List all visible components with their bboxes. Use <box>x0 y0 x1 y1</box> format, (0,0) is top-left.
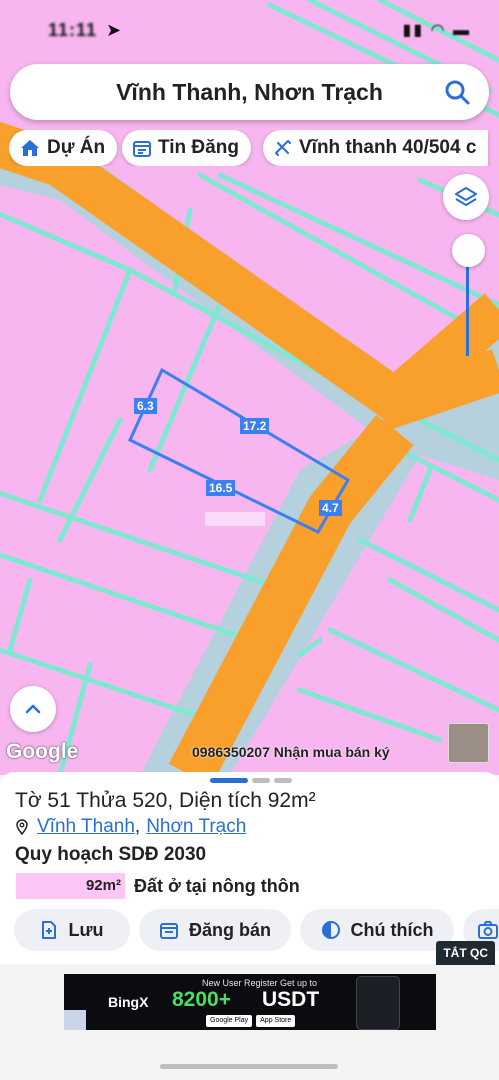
plan-heading: Quy hoạch SDĐ 2030 <box>15 844 207 865</box>
opacity-slider-track[interactable] <box>466 252 469 356</box>
dimension-label: 16.5 <box>206 480 236 496</box>
camera-icon <box>478 921 498 939</box>
map-ad-text[interactable]: 0986350207 Nhận mua bán ký <box>192 744 390 760</box>
opacity-slider-thumb[interactable] <box>452 234 485 267</box>
calendar-icon <box>159 923 178 939</box>
dimension-label: 17.2 <box>240 418 270 434</box>
signal-wifi-icons: ▮▮ ◠ ▬ <box>402 22 471 39</box>
location-arrow-icon: ➤ <box>106 20 122 40</box>
plan-land-use: Đất ở tại nông thôn <box>134 876 300 896</box>
ad-currency: USDT <box>262 988 320 1011</box>
plan-area-swatch: 92m² <box>16 873 125 899</box>
status-bar: 11:11 ➤ ▮▮ ◠ ▬ <box>0 14 499 48</box>
ad-info-icon[interactable] <box>64 1010 86 1030</box>
post-sale-button[interactable]: Đăng bán <box>139 909 291 951</box>
google-play-badge: Google Play <box>206 1015 253 1027</box>
parcel-info-sheet: Tờ 51 Thửa 520, Diện tích 92m² Vĩnh Than… <box>0 772 499 965</box>
ad-headline: New User Register Get up to <box>202 978 318 988</box>
search-icon[interactable] <box>443 78 471 106</box>
google-logo: Google <box>6 740 79 763</box>
dimension-label: 6.3 <box>134 398 157 414</box>
ad-amount: 8200+ <box>172 988 231 1011</box>
save-icon <box>42 921 57 939</box>
chip-du-an[interactable]: Dự Án <box>9 130 118 166</box>
expand-button[interactable] <box>10 686 56 732</box>
commune-link[interactable]: Vĩnh Thanh <box>37 816 135 838</box>
ruler-icon <box>275 140 291 156</box>
contrast-icon <box>321 921 340 939</box>
sheet-pager[interactable] <box>210 778 292 783</box>
chip-tin-dang[interactable]: Tin Đăng <box>122 130 251 166</box>
filter-chips: Dự Án Tin Đăng Vĩnh thanh 40/504 c <box>9 130 499 166</box>
legend-label: Chú thích <box>350 919 434 940</box>
layers-button[interactable] <box>443 174 489 220</box>
app-store-badge: App Store <box>256 1015 296 1027</box>
dimension-label: 4.7 <box>319 500 342 516</box>
status-time: 11:11 <box>48 20 98 40</box>
calendar-icon <box>133 141 151 157</box>
parcel-title: Tờ 51 Thửa 520, Diện tích 92m² <box>15 789 316 812</box>
ad-phone-image <box>356 976 400 1030</box>
ad-brand: BingX <box>108 994 149 1010</box>
search-query[interactable]: Vĩnh Thanh, Nhơn Trạch <box>10 79 439 106</box>
layers-icon <box>455 187 477 206</box>
district-link[interactable]: Nhơn Trạch <box>146 816 246 838</box>
home-indicator[interactable] <box>160 1064 338 1069</box>
save-button[interactable]: Lưu <box>14 909 130 951</box>
ad-store-badges: Google Play App Store <box>206 1015 296 1027</box>
legend-button[interactable]: Chú thích <box>300 909 454 951</box>
search-bar[interactable]: Vĩnh Thanh, Nhơn Trạch <box>10 64 489 120</box>
home-icon <box>21 140 39 156</box>
action-buttons: Lưu Đăng bán Chú thích <box>0 909 499 953</box>
parcel-address: Vĩnh Thanh , Nhơn Trạch <box>15 816 246 838</box>
chip-label: Dự Án <box>47 137 106 158</box>
map-view[interactable]: 11:11 ➤ ▮▮ ◠ ▬ Vĩnh Thanh, Nhơn Trạch Dự… <box>0 0 499 775</box>
chip-label: Vĩnh thanh 40/504 c <box>299 137 477 158</box>
chip-label: Tin Đăng <box>158 137 239 158</box>
post-sale-label: Đăng bán <box>188 919 271 940</box>
hide-ads-button[interactable]: TẮT QC <box>436 941 495 965</box>
location-pin-icon <box>16 819 28 835</box>
ad-banner[interactable]: BingX New User Register Get up to 8200+ … <box>64 974 436 1030</box>
chip-plot-search[interactable]: Vĩnh thanh 40/504 c <box>263 130 489 166</box>
address-separator: , <box>134 816 141 837</box>
map-ad-thumbnail[interactable] <box>448 723 489 763</box>
chevron-up-icon <box>25 704 41 714</box>
save-label: Lưu <box>68 919 104 940</box>
